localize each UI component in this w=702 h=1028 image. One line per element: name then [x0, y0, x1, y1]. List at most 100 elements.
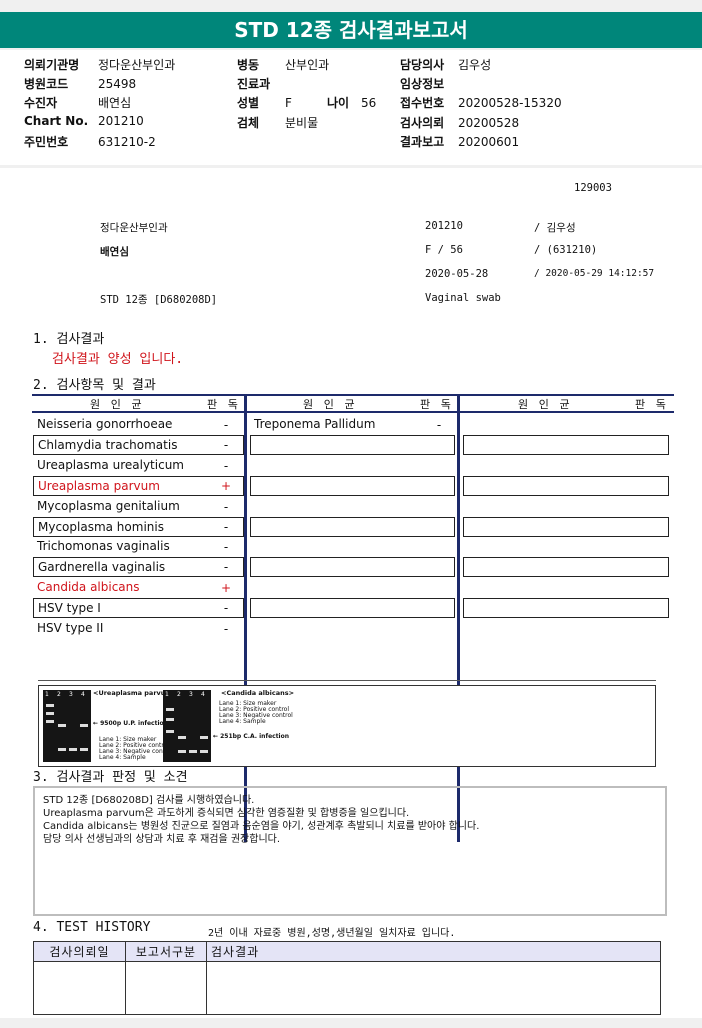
result-chlamydia: -: [223, 438, 229, 452]
gel-left-band-label: ← 9500p U.P. infection: [93, 720, 168, 727]
report-id: / (631210): [534, 244, 598, 256]
result-gardnerella: -: [223, 560, 229, 574]
history-cell: [33, 961, 126, 1015]
header-panel: 의뢰기관명 정다운산부인과 병원코드 25498 수진자 배연심 Chart No. 2…: [0, 50, 702, 165]
col-header-result-1: 판 독: [207, 398, 240, 411]
empty-row: [250, 517, 455, 537]
gel-lane-1: 1: [45, 691, 49, 698]
gel-band: [80, 724, 88, 727]
result-ureaplasma-urealyticum: -: [223, 459, 229, 473]
gel-band: [166, 708, 174, 711]
organism-gardnerella: Gardnerella vaginalis: [33, 557, 244, 577]
result-treponema: -: [436, 418, 442, 432]
findings-line-3: Candida albicans는 병원성 진균으로 질염과 음순염을 야기, …: [43, 821, 480, 832]
organism-hsv-2: HSV type II: [37, 621, 104, 635]
empty-row: [463, 598, 669, 618]
findings-box: STD 12종 [D680208D] 검사를 시행하였습니다. Ureaplas…: [33, 786, 667, 916]
organism-mycoplasma-genitalium: Mycoplasma genitalium: [37, 499, 180, 513]
report-specimen: Vaginal swab: [425, 292, 501, 304]
gel-band: [58, 748, 66, 751]
history-col-request-date: 검사의뢰일: [33, 941, 126, 962]
header-doctor: 담당의사 김우성: [400, 58, 492, 72]
col-header-result-2: 판 독: [420, 398, 453, 411]
section3-title: 3. 검사결과 판정 및 소견: [33, 770, 188, 785]
empty-row: [250, 598, 455, 618]
section4-title: 4. TEST HISTORY: [33, 920, 151, 935]
report-test-name: STD 12종 [D680208D]: [100, 294, 218, 306]
table-divider-1: [244, 394, 247, 842]
empty-row: [250, 557, 455, 577]
findings-line-1: STD 12종 [D680208D] 검사를 시행하였습니다.: [43, 795, 255, 806]
empty-row: [463, 517, 669, 537]
result-hsv-2: -: [223, 622, 229, 636]
result-ureaplasma-parvum: +: [220, 479, 232, 493]
header-specimen: 검체 분비물: [237, 116, 319, 130]
gel-band: [166, 730, 174, 733]
header-clinical-info: 임상정보: [400, 77, 445, 91]
findings-line-2: Ureaplasma parvum은 과도하게 증식되면 심각한 염증질환 및 …: [43, 808, 410, 819]
divider-line: [38, 680, 656, 681]
organism-treponema: Treponema Pallidum: [254, 417, 376, 431]
gel-band: [46, 704, 54, 707]
positive-result-line: 검사결과 양성 입니다.: [52, 352, 184, 367]
gel-lane-1: 1: [165, 691, 169, 698]
header-age: 나이 56: [327, 96, 377, 110]
gel-right-title: <Candida albicans>: [221, 689, 295, 697]
result-candida: +: [220, 581, 232, 595]
gel-band: [46, 712, 54, 715]
gel-band: [200, 750, 208, 753]
report-title: STD 12종 검사결과보고서: [0, 12, 702, 48]
organism-neisseria: Neisseria gonorrhoeae: [37, 417, 173, 431]
section2-title: 2. 검사항목 및 결과: [33, 378, 156, 393]
history-cell: [125, 961, 207, 1015]
organism-hsv-1: HSV type I: [33, 598, 244, 618]
header-ward: 병동 산부인과: [237, 58, 330, 72]
header-hospital-name: 의뢰기관명 정다운산부인과: [24, 58, 176, 72]
table-row: [33, 961, 661, 1015]
organism-ureaplasma-urealyticum: Ureaplasma urealyticum: [37, 458, 184, 472]
empty-row: [250, 476, 455, 496]
history-col-result: 검사결과: [206, 941, 661, 962]
gel-band: [46, 720, 54, 723]
result-neisseria: -: [223, 418, 229, 432]
header-resident-no: 주민번호 631210-2: [24, 135, 156, 149]
report-patient: 배연심: [100, 246, 129, 258]
col-header-result-3: 판 독: [635, 398, 668, 411]
test-history-table: 검사의뢰일 보고서구분 검사결과: [33, 941, 661, 1015]
report-chart: 201210: [425, 220, 463, 232]
header-receipt-no: 접수번호 20200528-15320: [400, 96, 562, 110]
header-sex: 성별 F: [237, 96, 292, 110]
header-hospital-code: 병원코드 25498: [24, 77, 137, 91]
section1-title: 1. 검사결과: [33, 332, 105, 347]
gel-right-legend-4: Lane 4: Sample: [219, 718, 266, 725]
gel-band: [58, 724, 66, 727]
gel-lane-4: 4: [201, 691, 205, 698]
report-received: 2020-05-28: [425, 268, 489, 280]
result-hsv-1: -: [223, 601, 229, 615]
empty-row: [463, 476, 669, 496]
gel-left-legend-4: Lane 4: Sample: [99, 754, 146, 761]
header-request-date: 검사의뢰 20200528: [400, 116, 520, 130]
organism-mycoplasma-hominis: Mycoplasma hominis: [33, 517, 244, 537]
result-mycoplasma-genitalium: -: [223, 500, 229, 514]
gel-electrophoresis-panel: 1 2 3 4 <Ureaplasma parvum> ← 9500p U.P.…: [38, 685, 656, 767]
result-trichomonas: -: [223, 540, 229, 554]
table-divider-2: [457, 394, 460, 842]
report-sheet: 129003 정다운산부인과 배연심 201210 / 김우성 F / 56 /…: [0, 168, 702, 1018]
col-header-organism-3: 원 인 균: [518, 398, 572, 411]
gel-band: [69, 748, 77, 751]
gel-lane-2: 2: [177, 691, 181, 698]
report-serial: 129003: [574, 182, 612, 194]
history-header-row: 검사의뢰일 보고서구분 검사결과: [33, 941, 661, 962]
organism-ureaplasma-parvum: Ureaplasma parvum: [33, 476, 244, 496]
header-patient: 수진자 배연심: [24, 96, 132, 110]
empty-row: [250, 435, 455, 455]
report-sex-age: F / 56: [425, 244, 463, 256]
report-doctor: / 김우성: [534, 222, 576, 234]
gel-band: [200, 736, 208, 739]
organism-candida: Candida albicans: [37, 580, 140, 594]
header-department: 진료과: [237, 77, 271, 91]
gel-right-band-label: ← 251bp C.A. infection: [213, 733, 290, 740]
empty-row: [463, 557, 669, 577]
gel-band: [166, 718, 174, 721]
